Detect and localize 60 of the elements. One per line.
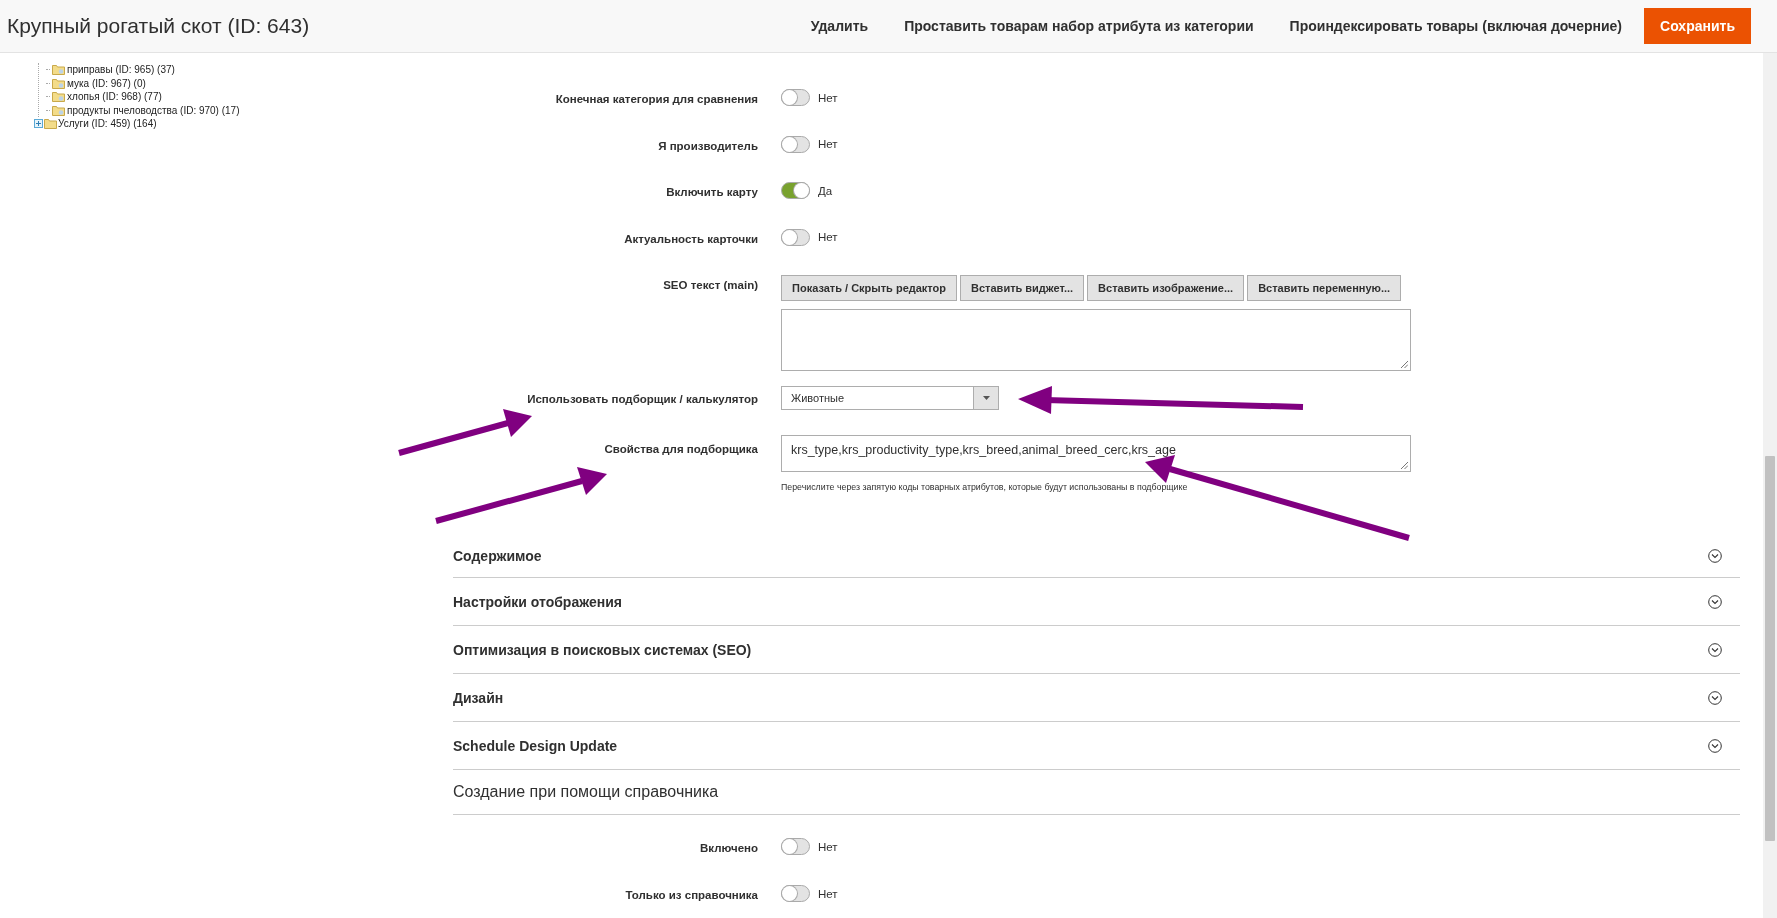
resize-handle-icon[interactable] <box>1401 462 1408 469</box>
editor-button[interactable]: Вставить виджет... <box>960 275 1085 301</box>
field-label: Включить карту <box>665 185 758 198</box>
field-label: Использовать подборщик / калькулятор <box>526 392 758 405</box>
field-label: Только из справочника <box>624 888 758 901</box>
toggle-value: Да <box>818 184 833 197</box>
toggle-value: Нет <box>818 231 838 243</box>
toggle-value: Нет <box>818 138 838 150</box>
tree-item[interactable]: Услуги (ID: 459) (164) <box>58 118 157 130</box>
field-label: Я производитель <box>657 138 758 152</box>
save-button[interactable]: Сохранить <box>1644 8 1751 44</box>
section-header[interactable]: Содержимое <box>453 535 1740 578</box>
action-button[interactable]: Проиндексировать товары (включая дочерние) <box>1289 18 1623 34</box>
toggle-value: Нет <box>818 887 838 900</box>
field-label: SEO текст (main) <box>662 278 758 291</box>
tree-item[interactable]: хлопья (ID: 968) (77) <box>67 91 162 103</box>
input-field[interactable]: krs_type,krs_productivity_type,krs_breed,animal_breed_cerc,krs_age <box>781 435 1411 472</box>
chevron-icon <box>1708 690 1722 705</box>
toggle-switch[interactable] <box>781 182 810 199</box>
field-label: Включено <box>699 841 758 854</box>
toggle-value: Нет <box>818 91 838 104</box>
folder-icon <box>52 77 65 89</box>
editor-button[interactable]: Вставить переменную... <box>1247 275 1402 301</box>
editor-button[interactable]: Показать / Скрыть редактор <box>781 275 958 301</box>
section-header[interactable]: Настройки отображения <box>453 578 1740 626</box>
tree-item[interactable]: продукты пчеловодства (ID: 970) (17) <box>67 104 240 116</box>
toggle-switch[interactable] <box>781 135 810 153</box>
section-header[interactable]: Schedule Design Update <box>453 722 1740 770</box>
editor-button[interactable]: Вставить изображение... <box>1087 275 1245 301</box>
toggle-switch[interactable] <box>781 228 810 246</box>
action-button[interactable]: Удалить <box>810 18 869 34</box>
field-label: Свойства для подборщика <box>603 442 758 455</box>
folder-icon <box>52 64 65 76</box>
section-header[interactable]: Оптимизация в поисковых системах (SEO) <box>453 626 1740 674</box>
action-button[interactable]: Проставить товарам набор атрибута из категории <box>904 18 1254 34</box>
chevron-icon <box>1708 549 1722 563</box>
field-note: Перечислите через запятую коды товарных атрибутов, которые будут использованы в подборщике <box>781 482 1189 492</box>
chevron-icon <box>1708 642 1722 657</box>
tree-item[interactable]: мука (ID: 967) (0) <box>67 77 146 89</box>
section-title: Создание при помощи справочника <box>453 783 719 801</box>
chevron-icon <box>1708 738 1722 753</box>
toggle-switch[interactable] <box>781 838 810 855</box>
field-label: Актуальность карточки <box>623 231 758 245</box>
toggle-switch[interactable] <box>781 89 810 106</box>
folder-icon <box>52 91 65 103</box>
caret-icon <box>982 396 990 400</box>
page-title: Крупный рогатый скот (ID: 643) <box>7 14 310 38</box>
select-field[interactable]: Животные <box>781 386 999 410</box>
toggle-value: Нет <box>818 840 838 853</box>
text-area[interactable] <box>781 309 1411 371</box>
field-label: Конечная категория для сравнения <box>554 92 758 105</box>
scrollbar[interactable] <box>1763 53 1777 918</box>
folder-icon <box>52 104 65 116</box>
toggle-switch[interactable] <box>781 885 810 902</box>
chevron-icon <box>1708 594 1722 609</box>
folder-icon <box>44 118 57 130</box>
tree-item[interactable]: приправы (ID: 965) (37) <box>67 64 175 76</box>
section-header[interactable]: Дизайн <box>453 674 1740 722</box>
expand-icon[interactable] <box>34 119 43 129</box>
resize-handle-icon[interactable] <box>1401 361 1408 368</box>
